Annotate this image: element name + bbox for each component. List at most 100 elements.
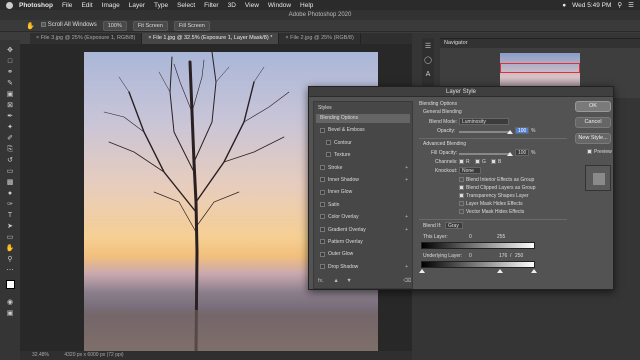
advanced-option[interactable]: Transparency Shapes Layer (459, 193, 529, 199)
lasso-tool-icon[interactable]: ⚭ (4, 68, 16, 77)
wifi-icon[interactable]: ● (562, 2, 566, 9)
add-style-icon[interactable]: + (405, 263, 408, 272)
menu-list-icon[interactable]: ☰ (628, 1, 634, 9)
zoom-tool-icon[interactable]: ⚲ (4, 255, 16, 264)
type-panel-icon[interactable]: A (422, 70, 434, 79)
style-item-checkbox[interactable] (320, 201, 325, 207)
search-icon[interactable]: ⚲ (617, 1, 622, 9)
blend-if-select[interactable]: Gray (445, 222, 463, 229)
clock[interactable]: Wed 5:49 PM (572, 2, 611, 9)
style-item[interactable]: Blending Options (316, 114, 410, 123)
gradient-tool-icon[interactable]: ▩ (4, 178, 16, 187)
preview-checkbox[interactable] (587, 149, 592, 155)
tab-file2[interactable]: × File 2.jpg @ 25% (RGB/8) (279, 33, 361, 44)
frame-tool-icon[interactable]: ⊠ (4, 101, 16, 110)
add-style-icon[interactable]: + (405, 213, 408, 222)
crop-tool-icon[interactable]: ▣ (4, 90, 16, 99)
style-item[interactable]: Inner Glow (316, 188, 410, 197)
fill-opacity-field[interactable]: 100 (515, 149, 529, 156)
adjust-panel-icon[interactable]: ◯ (422, 56, 434, 65)
quick-mask-icon[interactable]: ◉ (4, 298, 16, 307)
cancel-button[interactable]: Cancel (575, 117, 611, 128)
menu-type[interactable]: Type (154, 2, 168, 9)
underlying-black-knob[interactable] (419, 269, 425, 273)
hand-tool-icon[interactable]: ✋ (26, 22, 35, 30)
zoom-100-button[interactable]: 100% (102, 20, 127, 31)
healing-tool-icon[interactable]: ✦ (4, 123, 16, 132)
ok-button[interactable]: OK (575, 101, 611, 112)
style-item-checkbox[interactable] (320, 263, 325, 269)
move-up-icon[interactable]: ▲ (333, 278, 338, 284)
add-style-icon[interactable]: + (405, 176, 408, 185)
foreground-color-swatch[interactable] (6, 280, 15, 289)
fill-opacity-slider[interactable] (459, 153, 511, 155)
style-item[interactable]: Inner Shadow + (316, 176, 410, 185)
hand-tool-icon[interactable]: ✋ (4, 244, 16, 253)
fx-button[interactable]: fx. (318, 278, 324, 284)
pen-tool-icon[interactable]: ✑ (4, 200, 16, 209)
style-item-checkbox[interactable] (320, 251, 325, 257)
channel-g[interactable]: G (475, 159, 486, 165)
more-tools-icon[interactable]: ⋯ (4, 266, 16, 275)
add-style-icon[interactable]: + (405, 164, 408, 173)
scroll-all-checkbox[interactable] (40, 22, 46, 28)
screen-mode-icon[interactable]: ▣ (4, 309, 16, 318)
knockout-select[interactable]: None (459, 167, 481, 174)
underlying-gradient[interactable] (421, 261, 535, 268)
document-info[interactable]: 4320 px x 6000 px (72 ppi) (64, 352, 123, 358)
channel-r[interactable]: R (459, 159, 470, 165)
eraser-tool-icon[interactable]: ▭ (4, 167, 16, 176)
advanced-option-checkbox[interactable] (459, 193, 464, 199)
advanced-option-checkbox[interactable] (459, 185, 464, 191)
channel-r-checkbox[interactable] (459, 159, 464, 165)
opacity-field[interactable]: 100 (515, 127, 529, 134)
style-item-checkbox[interactable] (326, 152, 331, 158)
history-brush-tool-icon[interactable]: ↺ (4, 156, 16, 165)
preview-option[interactable]: Preview (587, 149, 612, 155)
menu-view[interactable]: View (245, 2, 259, 9)
style-item-checkbox[interactable] (320, 164, 325, 170)
fill-screen-button[interactable]: Fill Screen (173, 20, 210, 31)
navigator-title[interactable]: Navigator (440, 39, 640, 48)
menu-image[interactable]: Image (102, 2, 120, 9)
advanced-option-checkbox[interactable] (459, 209, 464, 215)
style-item-checkbox[interactable] (320, 127, 325, 133)
advanced-option[interactable]: Vector Mask Hides Effects (459, 209, 524, 215)
eyedropper-tool-icon[interactable]: ✒ (4, 112, 16, 121)
style-item[interactable]: Satin (316, 201, 410, 210)
blend-mode-select[interactable]: Luminosity (459, 118, 509, 125)
opacity-slider[interactable] (459, 131, 511, 133)
style-item-checkbox[interactable] (320, 189, 325, 195)
marquee-tool-icon[interactable]: □ (4, 57, 16, 66)
style-item[interactable]: Texture (316, 151, 410, 160)
dodge-tool-icon[interactable]: ● (4, 189, 16, 198)
menu-window[interactable]: Window (268, 2, 291, 9)
opacity-slider-knob[interactable] (507, 130, 513, 134)
shape-tool-icon[interactable]: ▭ (4, 233, 16, 242)
style-item[interactable]: Outer Glow (316, 250, 410, 259)
brush-tool-icon[interactable]: ✐ (4, 134, 16, 143)
channel-b[interactable]: B (491, 159, 501, 165)
menu-filter[interactable]: Filter (204, 2, 218, 9)
style-item-checkbox[interactable] (320, 177, 325, 183)
advanced-option-checkbox[interactable] (459, 201, 464, 207)
advanced-option[interactable]: Blend Interior Effects as Group (459, 177, 534, 183)
trash-icon[interactable]: ⌫ (403, 278, 411, 284)
style-item[interactable]: Color Overlay + (316, 213, 410, 222)
fill-opacity-knob[interactable] (507, 152, 513, 156)
menu-help[interactable]: Help (300, 2, 313, 9)
menu-select[interactable]: Select (177, 2, 195, 9)
menu-edit[interactable]: Edit (81, 2, 92, 9)
move-tool-icon[interactable]: ✥ (4, 46, 16, 55)
style-item[interactable]: Bevel & Emboss (316, 126, 410, 135)
scroll-all-option[interactable]: Scroll All Windows (40, 22, 97, 29)
move-down-icon[interactable]: ▼ (346, 278, 351, 284)
fit-screen-button[interactable]: Fit Screen (132, 20, 168, 31)
menu-file[interactable]: File (62, 2, 72, 9)
this-layer-gradient[interactable] (421, 242, 535, 249)
quick-select-tool-icon[interactable]: ✎ (4, 79, 16, 88)
style-item-checkbox[interactable] (320, 226, 325, 232)
style-item[interactable]: Pattern Overlay (316, 238, 410, 247)
stamp-tool-icon[interactable]: ⎘ (4, 145, 16, 154)
underlying-white-knob[interactable] (531, 269, 537, 273)
